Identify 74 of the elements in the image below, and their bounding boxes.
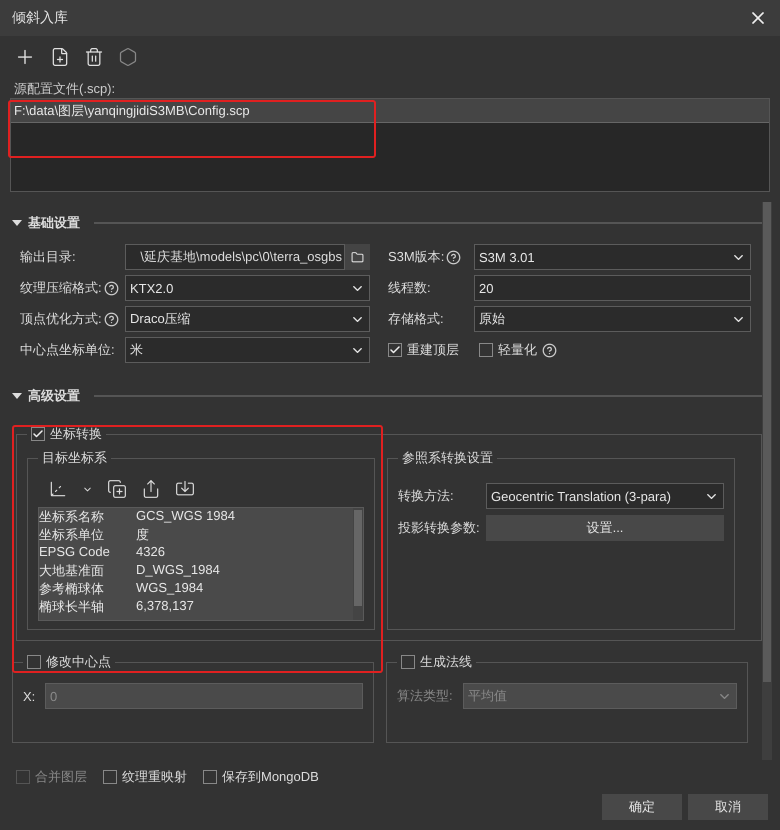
settings-button[interactable]: 设置... [486,515,724,541]
checkbox-label: 轻量化 [498,341,537,359]
section-title: 高级设置 [28,387,80,405]
checkbox[interactable] [479,343,493,357]
scrollbar-thumb[interactable] [354,510,362,606]
dropdown[interactable]: Draco压缩 [125,306,370,332]
toolbar-button[interactable] [50,47,70,67]
checkbox[interactable] [203,770,217,784]
property-name: EPSG Code [39,544,111,561]
input-field[interactable]: 20 [474,275,751,301]
group-label: 参照系转换设置 [402,449,493,467]
field-label: 存储格式: [388,310,444,328]
checkbox[interactable] [31,427,45,441]
field-label: 算法类型: [397,687,454,705]
property-name: 坐标系名称 [39,508,105,526]
browse-button[interactable] [345,244,370,270]
copy-icon[interactable] [107,479,127,499]
group-label: 目标坐标系 [42,449,107,467]
property-name: 椭球长半轴 [39,598,105,616]
property-value: 6,378,137 [136,598,195,615]
group-label: 源配置文件(.scp): [13,80,116,98]
axis-icon[interactable] [48,479,68,499]
property-value: 度 [136,526,150,544]
field-label: 转换方法: [398,487,455,505]
help-icon[interactable] [104,312,119,326]
property-value: WGS_1984 [136,580,204,597]
file-list-item[interactable]: F:\data\图层\yanqingjidiS3MB\Config.scp [11,99,769,123]
dropdown[interactable]: S3M 3.01 [474,244,751,270]
scrollbar-thumb[interactable] [763,202,771,682]
dropdown[interactable]: 原始 [474,306,751,332]
help-icon[interactable] [446,250,462,264]
field-label: 中心点坐标单位: [20,341,115,359]
checkbox-label: 坐标转换 [50,425,102,443]
file-list[interactable]: F:\data\图层\yanqingjidiS3MB\Config.scp [10,98,770,192]
field-label: S3M版本: [388,248,444,266]
field-label: X: [23,688,36,704]
dropdown[interactable]: KTX2.0 [125,275,370,301]
field-label: 输出目录: [20,248,76,266]
checkbox-label: 保存到MongoDB [222,768,319,786]
property-value: 4326 [136,544,166,561]
field-label: 顶点优化方式: [20,310,102,328]
file-plus-icon [50,47,70,67]
toolbar-button[interactable] [84,47,104,67]
trash-icon [84,47,104,67]
checkbox-label: 修改中心点 [46,653,111,671]
dropdown[interactable]: 米 [125,337,370,363]
scrollbar[interactable] [762,202,772,760]
checkbox-label: 纹理重映射 [122,768,187,786]
field-label: 投影转换参数: [398,519,481,537]
field-label: 线程数: [388,279,431,297]
expand-triangle-icon[interactable] [12,220,22,226]
dialog-button[interactable]: 确定 [602,794,682,820]
output-path-field[interactable]: \延庆基地\models\pc\0\terra_osgbs [125,244,345,270]
checkbox[interactable] [388,343,402,357]
help-icon[interactable] [542,342,557,358]
folder-icon [351,250,364,264]
export-icon[interactable] [141,479,161,499]
property-value: GCS_WGS 1984 [136,508,236,525]
checkbox-label: 生成法线 [420,653,472,671]
help-icon[interactable] [104,280,119,296]
hexagon-icon [118,47,138,67]
checkbox-label: 合并图层 [35,768,87,786]
field-label: 纹理压缩格式: [20,279,102,297]
property-name: 大地基准面 [39,562,105,580]
property-name: 坐标系单位 [39,526,105,544]
section-title: 基础设置 [28,214,80,232]
checkbox-label: 重建顶层 [407,341,459,359]
checkbox[interactable] [103,770,117,784]
window-title: 倾斜入库 [12,9,68,27]
property-value: D_WGS_1984 [136,562,221,579]
expand-triangle-icon[interactable] [12,393,22,399]
property-name: 参考椭球体 [39,580,105,598]
dialog-button[interactable]: 取消 [688,794,768,820]
dropdown[interactable]: Geocentric Translation (3-para) [486,483,724,509]
